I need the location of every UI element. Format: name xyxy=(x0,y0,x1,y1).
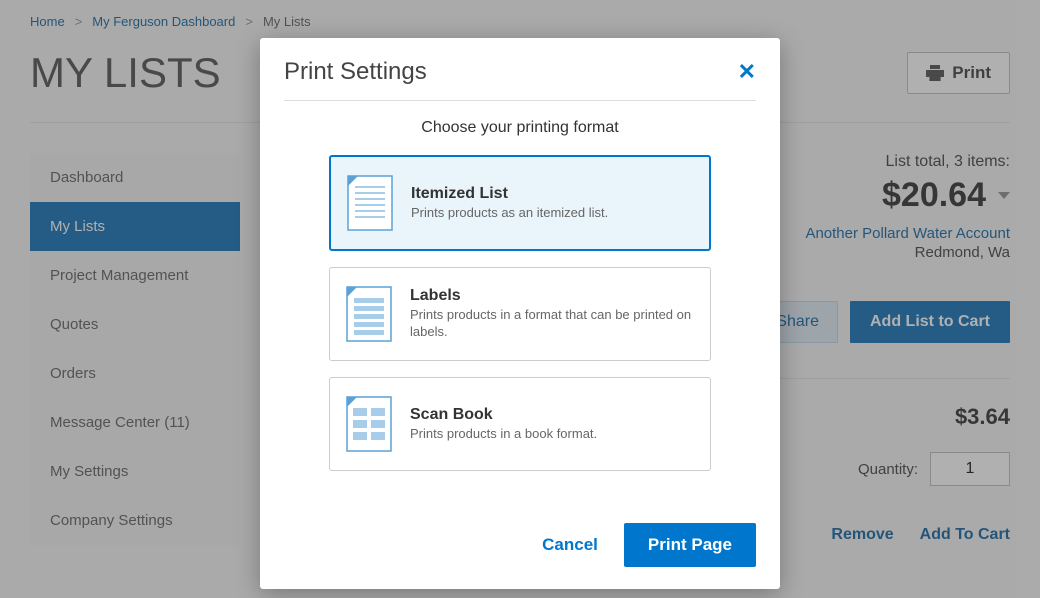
print-settings-modal: Print Settings ✕ Choose your printing fo… xyxy=(260,38,780,589)
close-icon[interactable]: ✕ xyxy=(738,59,756,85)
format-desc: Prints products as an itemized list. xyxy=(411,205,608,222)
modal-title: Print Settings xyxy=(284,58,427,86)
format-desc: Prints products in a format that can be … xyxy=(410,307,694,341)
format-desc: Prints products in a book format. xyxy=(410,426,597,443)
document-labels-icon xyxy=(346,286,392,342)
format-scan-book[interactable]: Scan Book Prints products in a book form… xyxy=(329,377,711,471)
format-title: Labels xyxy=(410,287,694,305)
format-title: Scan Book xyxy=(410,406,597,424)
cancel-button[interactable]: Cancel xyxy=(542,535,598,555)
modal-subtitle: Choose your printing format xyxy=(284,119,756,137)
format-labels[interactable]: Labels Prints products in a format that … xyxy=(329,267,711,361)
format-itemized-list[interactable]: Itemized List Prints products as an item… xyxy=(329,155,711,251)
document-lines-icon xyxy=(347,175,393,231)
format-title: Itemized List xyxy=(411,185,608,203)
document-table-icon xyxy=(346,396,392,452)
print-page-button[interactable]: Print Page xyxy=(624,523,756,567)
